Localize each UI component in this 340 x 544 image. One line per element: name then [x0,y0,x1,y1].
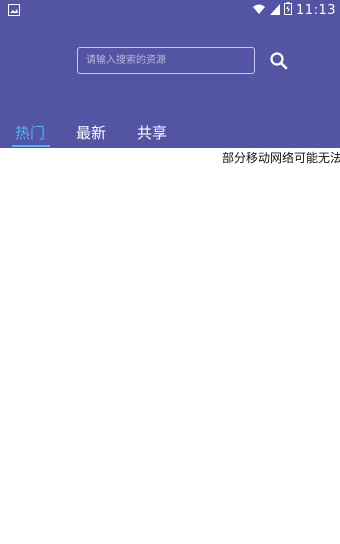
tab-indicator [12,145,50,147]
status-bar: 11:13 [0,0,340,22]
search-icon [268,52,290,76]
tab-bar: 热门 最新 共享 [0,122,340,148]
status-indicators: 11:13 [252,2,336,19]
search-button[interactable] [268,50,290,72]
signal-icon [270,3,281,19]
search-input[interactable] [78,48,254,73]
tab-shared[interactable]: 共享 [137,122,167,148]
battery-icon [284,2,293,19]
status-time: 11:13 [296,3,336,18]
tab-latest[interactable]: 最新 [76,122,106,148]
network-notice: 部分移动网络可能无法 [222,151,340,165]
image-icon [8,4,20,20]
app-header: 11:13 热门 最新 共享 [0,0,340,148]
wifi-icon [252,3,266,19]
search-box[interactable] [77,47,255,74]
